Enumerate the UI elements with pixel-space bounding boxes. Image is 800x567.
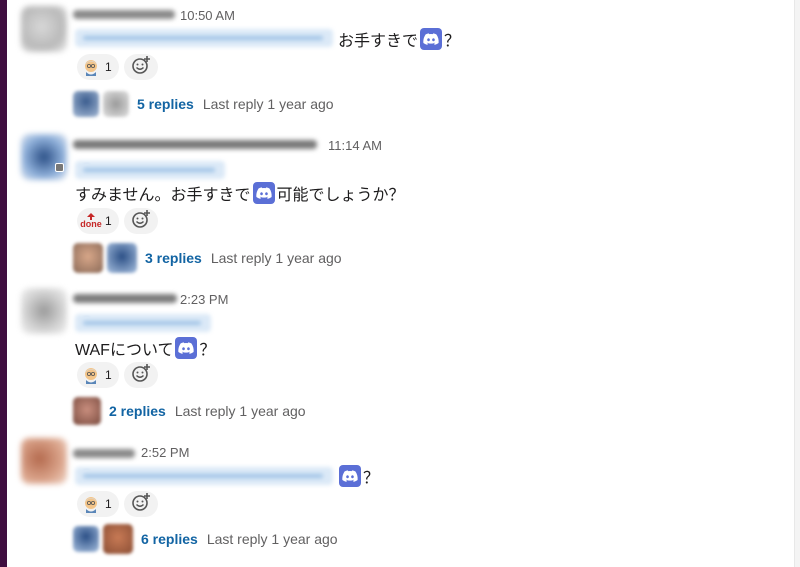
add-reaction-button[interactable]: [124, 208, 158, 234]
avatar[interactable]: [21, 438, 67, 484]
add-reaction-button[interactable]: [124, 491, 158, 517]
text-before: お手すきで: [338, 33, 419, 50]
author-name[interactable]: [73, 10, 175, 19]
text-before: WAFについて: [75, 342, 174, 359]
add-emoji-icon: [131, 363, 151, 388]
thread-avatar: [73, 243, 103, 273]
message: 2:52 PM @ ？ 1 6 replies Last reply 1 yea…: [7, 434, 794, 567]
discord-emoji-icon: [252, 182, 275, 204]
author-name[interactable]: [73, 140, 317, 149]
thread-avatar: [73, 526, 99, 552]
done-label: done: [80, 219, 102, 229]
last-reply-text: Last reply 1 year ago: [206, 531, 338, 547]
discord-emoji-icon: [339, 465, 361, 487]
reaction-count: 1: [105, 368, 112, 382]
old-person-icon: [82, 58, 100, 76]
message: 11:14 AM @ すみません。お手すきで 可能でしょうか？ done 1 3…: [7, 130, 794, 284]
reaction-count: 1: [105, 497, 112, 511]
thread-summary[interactable]: 2 replies Last reply 1 year ago: [73, 396, 306, 426]
thread-replies-link[interactable]: 2 replies: [109, 403, 166, 419]
message-text: お手すきで ？: [338, 27, 460, 51]
reaction-old-person[interactable]: 1: [77, 491, 119, 517]
thread-avatar: [103, 524, 133, 554]
reaction-count: 1: [105, 214, 112, 228]
old-person-icon: [82, 366, 100, 384]
scrollbar[interactable]: [794, 0, 800, 567]
reaction-old-person[interactable]: 1: [77, 362, 119, 388]
add-emoji-icon: [131, 492, 151, 517]
mention[interactable]: [75, 29, 333, 47]
message-text: ？: [337, 464, 379, 488]
thread-avatar: [73, 397, 101, 425]
text-after: 可能でしょうか？: [276, 187, 405, 204]
add-reaction-button[interactable]: [124, 54, 158, 80]
avatar[interactable]: [21, 6, 67, 52]
thread-summary[interactable]: 5 replies Last reply 1 year ago: [73, 89, 334, 119]
reaction-count: 1: [105, 60, 112, 74]
timestamp[interactable]: 10:50 AM: [180, 8, 235, 23]
text-after: ？: [363, 470, 380, 487]
discord-emoji-icon: [175, 337, 198, 359]
timestamp[interactable]: 2:23 PM: [180, 292, 228, 307]
mention[interactable]: [75, 467, 333, 485]
mention[interactable]: [75, 314, 211, 332]
thread-avatar: [107, 243, 137, 273]
message-text: すみません。お手すきで 可能でしょうか？: [75, 181, 405, 205]
thread-summary[interactable]: 3 replies Last reply 1 year ago: [73, 243, 342, 273]
message: 10:50 AM @ お手すきで ？ 1 5 replies Last repl…: [7, 0, 794, 130]
author-name[interactable]: [73, 294, 177, 303]
thread-replies-link[interactable]: 3 replies: [145, 250, 202, 266]
add-emoji-icon: [131, 209, 151, 234]
add-reaction-button[interactable]: [124, 362, 158, 388]
thread-avatar: [73, 91, 99, 117]
text-before: すみません。お手すきで: [75, 187, 251, 204]
mention[interactable]: [75, 161, 225, 179]
timestamp[interactable]: 11:14 AM: [328, 138, 382, 153]
reaction-old-person[interactable]: 1: [77, 54, 119, 80]
avatar[interactable]: [21, 288, 67, 334]
reaction-done[interactable]: done 1: [77, 208, 119, 234]
timestamp[interactable]: 2:52 PM: [141, 445, 189, 460]
last-reply-text: Last reply 1 year ago: [210, 250, 342, 266]
thread-replies-link[interactable]: 6 replies: [141, 531, 198, 547]
text-after: ？: [444, 33, 461, 50]
message: 2:23 PM @ WAFについて ？ 1 2 replies Last rep…: [7, 284, 794, 434]
add-emoji-icon: [131, 55, 151, 80]
old-person-icon: [82, 495, 100, 513]
done-icon: done: [80, 212, 102, 230]
discord-emoji-icon: [420, 28, 443, 50]
thread-summary[interactable]: 6 replies Last reply 1 year ago: [73, 524, 338, 554]
message-text: WAFについて ？: [75, 336, 216, 360]
avatar[interactable]: [21, 134, 67, 180]
text-after: ？: [199, 342, 216, 359]
last-reply-text: Last reply 1 year ago: [202, 96, 334, 112]
thread-avatar: [103, 91, 129, 117]
workspace-sidebar-edge: [0, 0, 7, 567]
author-name[interactable]: [73, 449, 135, 458]
last-reply-text: Last reply 1 year ago: [174, 403, 306, 419]
thread-replies-link[interactable]: 5 replies: [137, 96, 194, 112]
presence-indicator: [55, 163, 64, 172]
